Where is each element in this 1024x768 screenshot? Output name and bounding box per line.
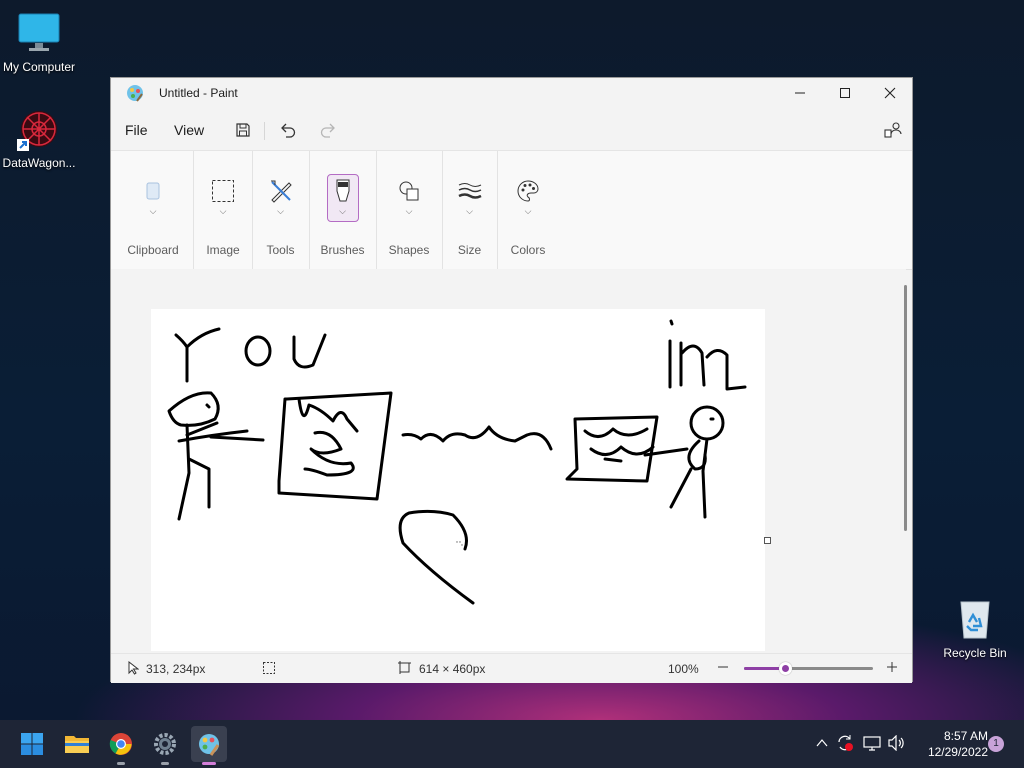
ribbon-group-label: Size	[457, 243, 482, 257]
pencil-tools-icon	[266, 176, 296, 206]
brush-icon	[328, 176, 358, 206]
zoom-slider-thumb[interactable]	[779, 662, 793, 675]
canvas-size-icon	[398, 661, 411, 677]
network-icon[interactable]	[863, 735, 881, 754]
toolbar-divider	[264, 122, 265, 140]
sync-alert-icon[interactable]	[836, 734, 854, 755]
desktop-icon-label: DataWagon...	[2, 156, 76, 170]
share-button[interactable]	[879, 118, 907, 142]
window-title: Untitled - Paint	[159, 86, 238, 100]
desktop-icon-label: Recycle Bin	[943, 646, 1007, 660]
view-menu[interactable]: View	[174, 122, 204, 138]
ribbon-group-clipboard[interactable]: ⌵ Clipboard	[119, 151, 187, 269]
ribbon-separator	[193, 151, 194, 269]
taskbar-chrome[interactable]	[103, 726, 139, 765]
freehand-drawing	[167, 319, 747, 605]
file-menu[interactable]: File	[125, 122, 148, 138]
shapes-icon	[394, 176, 424, 206]
running-indicator	[161, 762, 169, 765]
ribbon-group-shapes[interactable]: ⌵ Shapes	[377, 151, 441, 269]
ribbon-group-tools[interactable]: ⌵ Tools	[253, 151, 308, 269]
redo-button[interactable]	[314, 118, 342, 142]
taskbar-file-explorer[interactable]	[59, 726, 95, 762]
zoom-level[interactable]: 100%	[668, 662, 699, 676]
undo-icon	[281, 123, 296, 138]
file-explorer-icon	[65, 736, 89, 753]
volume-icon[interactable]	[888, 734, 906, 754]
ribbon-group-label: Tools	[266, 243, 295, 257]
running-indicator	[117, 762, 125, 765]
desktop-icon-recycle-bin[interactable]: Recycle Bin	[933, 596, 1017, 660]
palette-icon	[513, 176, 543, 206]
minimize-button[interactable]	[777, 78, 823, 108]
ribbon-group-label: Colors	[510, 243, 546, 257]
selection-size-icon	[263, 662, 275, 677]
windows-start-icon	[21, 733, 43, 755]
save-icon	[236, 123, 250, 137]
chevron-down-icon: ⌵	[339, 206, 346, 216]
start-button[interactable]	[14, 726, 50, 762]
settings-icon	[154, 733, 176, 755]
close-button[interactable]	[867, 78, 913, 108]
ribbon-group-label: Shapes	[388, 243, 430, 257]
canvas-area[interactable]	[111, 269, 906, 651]
size-lines-icon	[455, 176, 485, 206]
chevron-down-icon: ⌵	[466, 206, 473, 216]
clock[interactable]: 8:57 AM 12/29/2022	[918, 728, 988, 760]
ribbon-group-label: Brushes	[320, 243, 365, 257]
system-tray: 8:57 AM 12/29/2022 1	[810, 720, 1024, 768]
account-icon	[884, 122, 902, 138]
zoom-slider[interactable]	[744, 662, 873, 675]
selection-icon	[208, 176, 238, 206]
notification-badge[interactable]: 1	[988, 736, 1004, 752]
clock-date: 12/29/2022	[927, 745, 988, 759]
chevron-up-icon[interactable]	[816, 737, 828, 751]
taskbar-paint[interactable]	[191, 726, 227, 765]
vertical-scrollbar[interactable]	[904, 285, 907, 531]
undo-button[interactable]	[274, 118, 302, 142]
desktop-icon-label: My Computer	[2, 60, 76, 74]
menu-bar: File View	[111, 110, 912, 148]
status-bar: 313, 234px 614 × 460px 100%	[111, 653, 912, 683]
ribbon-group-label: Clipboard	[127, 243, 179, 257]
chevron-down-icon: ⌵	[219, 206, 227, 216]
monitor-icon	[16, 10, 62, 56]
ribbon-group-colors[interactable]: ⌵ Colors	[498, 151, 558, 269]
canvas-size: 614 × 460px	[419, 662, 486, 676]
chrome-icon	[109, 733, 132, 755]
cursor-position: 313, 234px	[146, 662, 206, 676]
zoom-out-button[interactable]	[717, 661, 729, 676]
cursor-icon	[128, 660, 140, 678]
notification-count: 1	[993, 738, 999, 749]
paint-app-icon	[126, 84, 144, 107]
ribbon-group-size[interactable]: ⌵ Size	[443, 151, 496, 269]
maximize-button[interactable]	[822, 78, 868, 108]
datawagon-icon	[16, 106, 62, 152]
taskbar-settings[interactable]	[147, 726, 183, 765]
chevron-down-icon: ⌵	[149, 206, 157, 216]
active-indicator	[202, 762, 216, 765]
zoom-in-button[interactable]	[886, 661, 898, 676]
desktop-icon-datawagon[interactable]: DataWagon...	[0, 106, 81, 170]
clock-time: 8:57 AM	[943, 729, 988, 743]
desktop-icon-my-computer[interactable]: My Computer	[0, 10, 81, 74]
title-bar[interactable]: Untitled - Paint	[111, 78, 912, 108]
ribbon: ⌵ Clipboard ⌵ Image ⌵ Tools ⌵ Brushes ⌵ …	[111, 150, 912, 270]
recycle-bin-icon	[952, 596, 998, 642]
drawing-canvas[interactable]	[151, 309, 765, 651]
paint-icon	[199, 734, 220, 756]
save-button[interactable]	[229, 118, 257, 142]
chevron-down-icon: ⌵	[524, 206, 532, 216]
canvas-resize-handle[interactable]	[764, 537, 771, 544]
ribbon-group-image[interactable]: ⌵ Image	[195, 151, 251, 269]
redo-icon	[320, 123, 335, 138]
chevron-down-icon: ⌵	[277, 206, 284, 216]
ribbon-group-label: Image	[206, 243, 240, 257]
chevron-down-icon: ⌵	[405, 206, 413, 216]
clipboard-icon	[138, 176, 168, 206]
ribbon-group-brushes[interactable]: ⌵ Brushes	[310, 151, 375, 269]
taskbar: 8:57 AM 12/29/2022 1	[0, 720, 1024, 768]
paint-window: Untitled - Paint File View ⌵ Clipboard ⌵…	[110, 77, 913, 683]
